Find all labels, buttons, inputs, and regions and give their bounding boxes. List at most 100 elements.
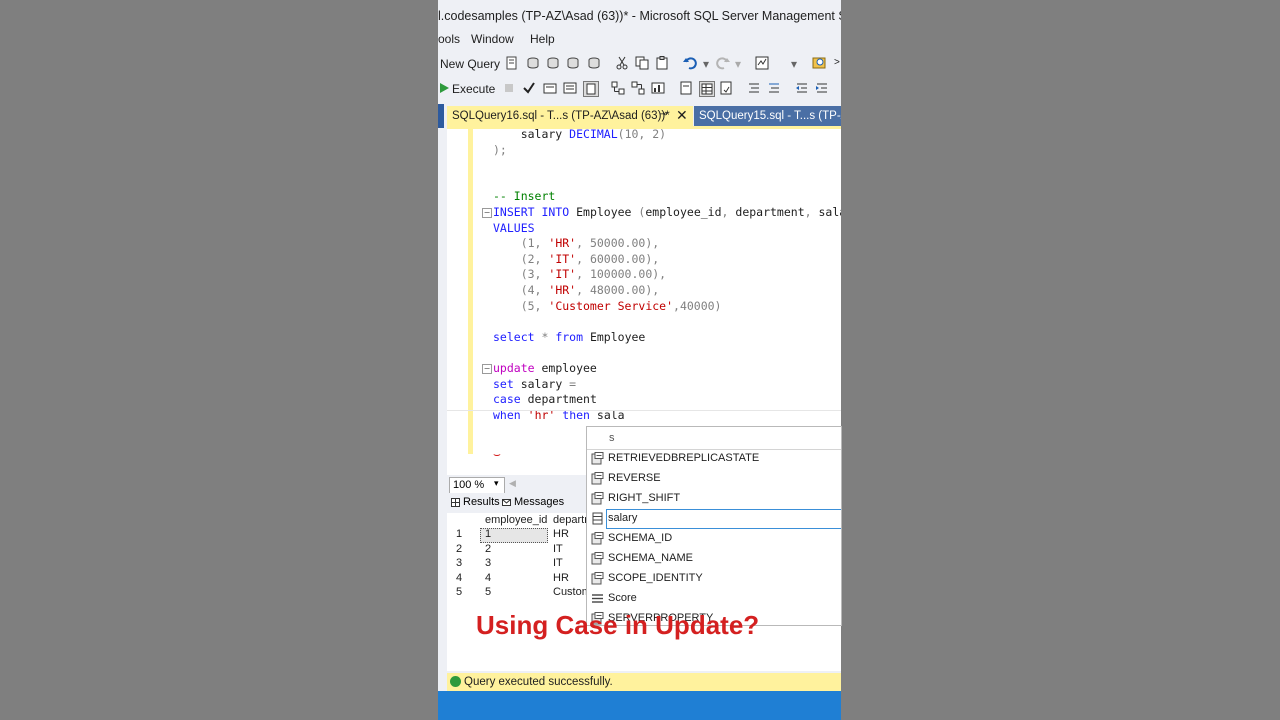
cell-employee-id[interactable]: 3 — [485, 557, 491, 569]
intellisense-item[interactable]: SCHEMA_NAME — [587, 549, 841, 569]
cell-employee-id[interactable]: 1 — [485, 528, 491, 540]
status-message: Query executed successfully. — [464, 676, 613, 688]
live-statistics-icon[interactable] — [631, 81, 645, 95]
standard-toolbar: New Query ▾ ▾ ▾ > — [438, 52, 841, 76]
menu-window[interactable]: Window — [471, 32, 514, 46]
xmla-query-icon[interactable] — [566, 56, 580, 70]
row-number[interactable]: 2 — [456, 543, 462, 555]
code-token: (3, — [493, 267, 549, 282]
find-icon[interactable] — [812, 56, 826, 70]
code-token: VALUES — [493, 220, 535, 235]
stop-icon[interactable] — [502, 81, 516, 95]
redo-icon[interactable] — [716, 56, 730, 70]
code-line: (5, 'Customer Service',40000) — [493, 298, 722, 314]
decrease-indent-icon[interactable] — [795, 81, 809, 95]
menu-tools[interactable]: ools — [438, 32, 460, 46]
row-number[interactable]: 5 — [456, 586, 462, 598]
column-header-employee-id[interactable]: employee_id — [485, 514, 547, 526]
intellisense-item[interactable]: RIGHT_SHIFT — [587, 489, 841, 509]
redo-dropdown-icon[interactable]: ▾ — [735, 57, 741, 71]
results-to-text-icon[interactable] — [583, 81, 599, 97]
tab-messages[interactable]: Messages — [514, 496, 564, 508]
increase-indent-icon[interactable] — [815, 81, 829, 95]
row-number[interactable]: 3 — [456, 557, 462, 569]
tab-results[interactable]: Results — [463, 496, 500, 508]
tab-sqlquery16[interactable]: SQLQuery16.sql - T...s (TP-AZ\Asad (63))… — [447, 106, 693, 126]
code-token: (5, — [493, 298, 549, 313]
code-token: INSERT INTO — [493, 205, 570, 219]
code-token: employee — [534, 361, 597, 375]
message-icon — [502, 499, 511, 506]
function-icon — [591, 572, 604, 585]
results-to-grid-icon[interactable] — [699, 81, 715, 97]
activity-monitor-icon[interactable] — [755, 56, 769, 70]
include-plan-icon[interactable] — [611, 81, 625, 95]
parse-check-icon[interactable] — [522, 81, 536, 95]
intellisense-item[interactable]: salary — [587, 509, 841, 529]
database-query-icon[interactable] — [505, 56, 519, 70]
row-number[interactable]: 4 — [456, 572, 462, 584]
function-icon — [591, 492, 604, 505]
intellisense-item[interactable]: Score — [587, 589, 841, 609]
close-icon[interactable]: ✕ — [676, 107, 688, 124]
intellisense-item[interactable]: SCOPE_IDENTITY — [587, 569, 841, 589]
execute-button[interactable]: Execute — [452, 82, 495, 96]
cut-icon[interactable] — [615, 56, 629, 70]
client-statistics-icon[interactable] — [651, 81, 665, 95]
intellisense-item[interactable]: RETRIEVEDBREPLICASTATE — [587, 449, 841, 469]
intellisense-item-label: REVERSE — [608, 472, 661, 484]
mdx-query-icon[interactable] — [526, 56, 540, 70]
zoom-dropdown[interactable]: 100 % ▾ — [449, 477, 505, 494]
code-token: salary — [818, 205, 842, 219]
intellisense-item-label: SCHEMA_NAME — [608, 552, 693, 564]
code-token: -- Insert — [493, 189, 556, 204]
code-token: 'HR' — [548, 283, 577, 297]
scroll-left-icon[interactable]: ◀ — [509, 478, 516, 489]
undo-icon[interactable] — [683, 56, 697, 70]
cell-employee-id[interactable]: 5 — [485, 586, 491, 598]
paste-icon[interactable] — [655, 56, 669, 70]
app-status-strip — [438, 691, 841, 720]
cell-department[interactable]: HR — [553, 572, 569, 584]
menu-help[interactable]: Help — [530, 32, 555, 46]
new-query-button[interactable]: New Query — [440, 57, 500, 71]
pin-icon[interactable]: ⊸ — [659, 109, 667, 120]
code-token: (1, — [493, 236, 549, 251]
query-editor[interactable]: − − salary DECIMAL(10, 2)); -- Insert INSE… — [447, 129, 841, 475]
sql-editor-toolbar: Execute — [438, 77, 841, 101]
function-icon — [591, 452, 604, 465]
estimated-plan-icon[interactable] — [543, 81, 557, 95]
toolbar-overflow-icon[interactable]: > — [834, 57, 840, 68]
dmx-query-icon[interactable] — [546, 56, 560, 70]
results-to-file-icon[interactable] — [679, 81, 693, 95]
code-token: DECIMAL — [569, 129, 618, 141]
execute-play-icon[interactable] — [438, 81, 452, 95]
cell-department[interactable]: IT — [553, 557, 563, 569]
status-bar: Query executed successfully. — [447, 673, 841, 691]
copy-icon[interactable] — [635, 56, 649, 70]
intellisense-item-label: SCHEMA_ID — [608, 532, 673, 544]
success-check-icon — [450, 676, 461, 687]
comment-lines-icon[interactable] — [747, 81, 761, 95]
fold-toggle-insert[interactable]: − — [482, 208, 492, 218]
results-to-file-alt-icon[interactable] — [719, 81, 733, 95]
code-token: 'IT' — [548, 251, 577, 266]
code-line: VALUES — [493, 220, 535, 236]
intellisense-item[interactable]: REVERSE — [587, 469, 841, 489]
cell-employee-id[interactable]: 4 — [485, 572, 491, 584]
cell-employee-id[interactable]: 2 — [485, 543, 491, 555]
tab-sqlquery15[interactable]: SQLQuery15.sql - T...s (TP-AZ — [694, 106, 841, 126]
fold-toggle-update[interactable]: − — [482, 364, 492, 374]
undo-dropdown-icon[interactable]: ▾ — [703, 57, 709, 71]
cell-department[interactable]: IT — [553, 543, 563, 555]
dax-query-icon[interactable] — [587, 56, 601, 70]
cell-department[interactable]: HR — [553, 528, 569, 540]
intellisense-item[interactable]: SCHEMA_ID — [587, 529, 841, 549]
change-tracking-bar — [468, 129, 473, 454]
toolbar-dropdown-icon[interactable]: ▾ — [791, 57, 797, 71]
code-line: select * from Employee — [493, 329, 645, 345]
uncomment-lines-icon[interactable] — [767, 81, 781, 95]
row-number[interactable]: 1 — [456, 528, 462, 540]
query-options-icon[interactable] — [563, 81, 577, 95]
menu-bar: ools Window Help — [438, 30, 841, 50]
